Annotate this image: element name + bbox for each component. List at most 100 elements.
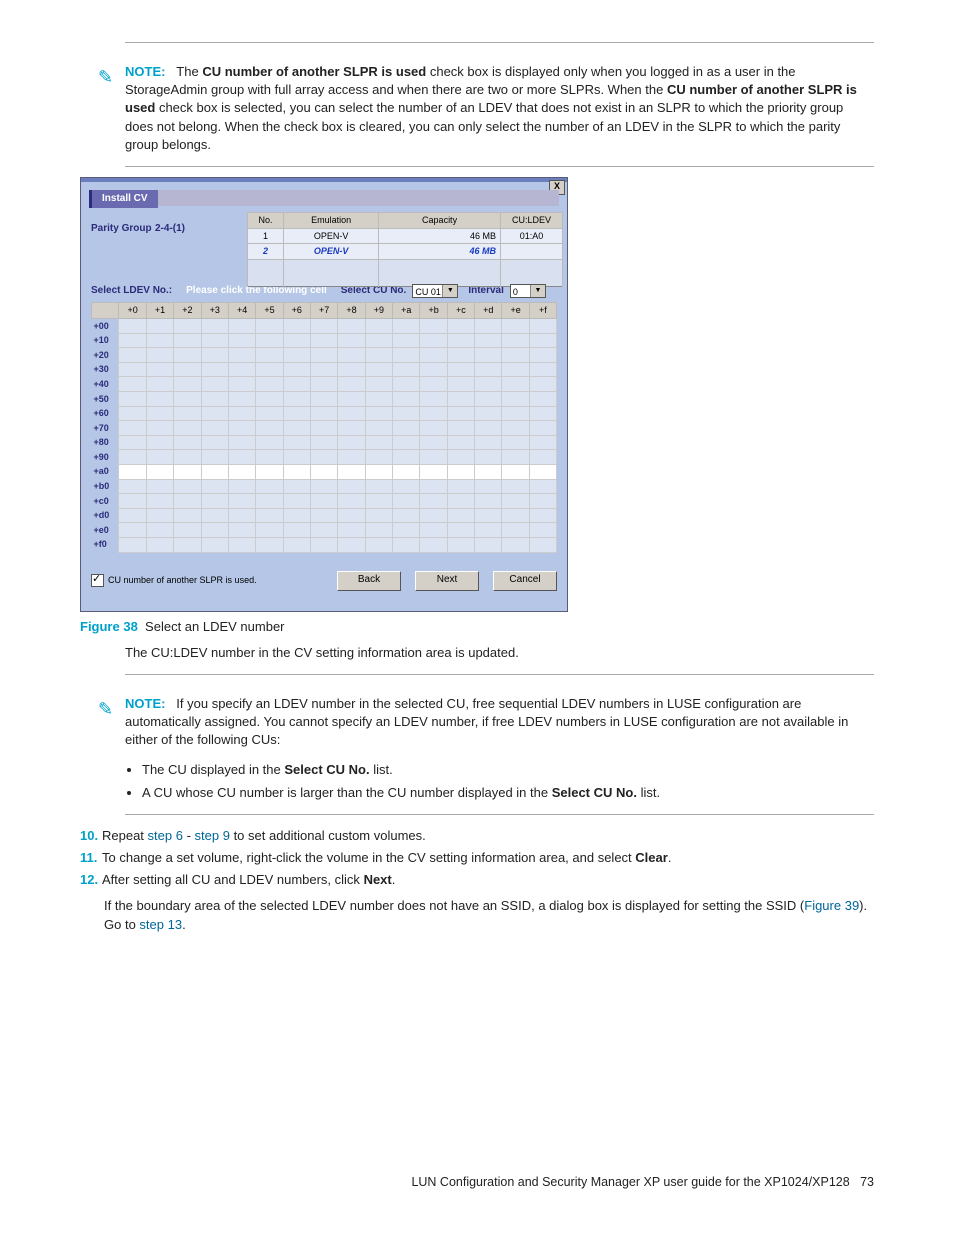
grid-cell[interactable] xyxy=(502,523,529,538)
grid-cell[interactable] xyxy=(365,494,392,509)
grid-cell[interactable] xyxy=(502,348,529,363)
grid-cell[interactable] xyxy=(338,464,365,479)
grid-cell[interactable] xyxy=(393,348,420,363)
grid-cell[interactable] xyxy=(228,318,255,333)
grid-cell[interactable] xyxy=(338,318,365,333)
grid-cell[interactable] xyxy=(338,479,365,494)
grid-cell[interactable] xyxy=(529,377,556,392)
grid-cell[interactable] xyxy=(119,333,146,348)
grid-cell[interactable] xyxy=(529,464,556,479)
grid-cell[interactable] xyxy=(338,333,365,348)
grid-cell[interactable] xyxy=(365,348,392,363)
grid-cell[interactable] xyxy=(201,421,228,436)
grid-cell[interactable] xyxy=(228,392,255,407)
grid-cell[interactable] xyxy=(256,318,283,333)
cancel-button[interactable]: Cancel xyxy=(493,571,557,591)
grid-cell[interactable] xyxy=(201,333,228,348)
grid-cell[interactable] xyxy=(420,464,447,479)
grid-cell[interactable] xyxy=(420,537,447,552)
grid-cell[interactable] xyxy=(420,392,447,407)
grid-cell[interactable] xyxy=(529,494,556,509)
grid-cell[interactable] xyxy=(283,362,310,377)
grid-cell[interactable] xyxy=(146,348,173,363)
grid-cell[interactable] xyxy=(256,362,283,377)
grid-cell[interactable] xyxy=(338,508,365,523)
grid-cell[interactable] xyxy=(420,421,447,436)
grid-cell[interactable] xyxy=(475,508,502,523)
grid-cell[interactable] xyxy=(475,537,502,552)
grid-cell[interactable] xyxy=(338,362,365,377)
grid-cell[interactable] xyxy=(365,537,392,552)
grid-cell[interactable] xyxy=(228,464,255,479)
grid-cell[interactable] xyxy=(119,318,146,333)
grid-cell[interactable] xyxy=(365,523,392,538)
grid-cell[interactable] xyxy=(174,318,201,333)
grid-cell[interactable] xyxy=(393,435,420,450)
link-step-6[interactable]: step 6 xyxy=(148,828,183,843)
grid-cell[interactable] xyxy=(529,479,556,494)
grid-cell[interactable] xyxy=(283,479,310,494)
grid-cell[interactable] xyxy=(146,406,173,421)
grid-cell[interactable] xyxy=(174,435,201,450)
grid-cell[interactable] xyxy=(447,537,474,552)
grid-cell[interactable] xyxy=(475,450,502,465)
grid-cell[interactable] xyxy=(228,362,255,377)
grid-cell[interactable] xyxy=(365,333,392,348)
grid-cell[interactable] xyxy=(283,537,310,552)
grid-cell[interactable] xyxy=(146,392,173,407)
grid-cell[interactable] xyxy=(146,479,173,494)
grid-cell[interactable] xyxy=(475,435,502,450)
grid-cell[interactable] xyxy=(201,362,228,377)
grid-cell[interactable] xyxy=(174,421,201,436)
grid-cell[interactable] xyxy=(393,494,420,509)
grid-cell[interactable] xyxy=(365,435,392,450)
grid-cell[interactable] xyxy=(228,377,255,392)
grid-cell[interactable] xyxy=(119,406,146,421)
grid-cell[interactable] xyxy=(310,508,337,523)
grid-cell[interactable] xyxy=(502,392,529,407)
grid-cell[interactable] xyxy=(365,392,392,407)
grid-cell[interactable] xyxy=(228,450,255,465)
grid-cell[interactable] xyxy=(365,406,392,421)
link-step-9[interactable]: step 9 xyxy=(195,828,230,843)
grid-cell[interactable] xyxy=(310,494,337,509)
grid-cell[interactable] xyxy=(256,348,283,363)
grid-cell[interactable] xyxy=(201,435,228,450)
grid-cell[interactable] xyxy=(201,537,228,552)
grid-cell[interactable] xyxy=(146,537,173,552)
grid-cell[interactable] xyxy=(420,333,447,348)
grid-cell[interactable] xyxy=(447,392,474,407)
grid-cell[interactable] xyxy=(365,479,392,494)
grid-cell[interactable] xyxy=(283,421,310,436)
grid-cell[interactable] xyxy=(310,362,337,377)
grid-cell[interactable] xyxy=(310,406,337,421)
grid-cell[interactable] xyxy=(228,537,255,552)
grid-cell[interactable] xyxy=(310,479,337,494)
grid-cell[interactable] xyxy=(475,377,502,392)
grid-cell[interactable] xyxy=(365,508,392,523)
grid-cell[interactable] xyxy=(310,392,337,407)
grid-cell[interactable] xyxy=(119,523,146,538)
grid-cell[interactable] xyxy=(502,494,529,509)
grid-cell[interactable] xyxy=(201,318,228,333)
grid-cell[interactable] xyxy=(502,377,529,392)
grid-cell[interactable] xyxy=(228,523,255,538)
grid-cell[interactable] xyxy=(201,508,228,523)
grid-cell[interactable] xyxy=(310,537,337,552)
grid-cell[interactable] xyxy=(256,479,283,494)
grid-cell[interactable] xyxy=(365,450,392,465)
grid-cell[interactable] xyxy=(228,421,255,436)
next-button[interactable]: Next xyxy=(415,571,479,591)
grid-cell[interactable] xyxy=(475,479,502,494)
grid-cell[interactable] xyxy=(174,479,201,494)
grid-cell[interactable] xyxy=(447,479,474,494)
grid-cell[interactable] xyxy=(201,479,228,494)
grid-cell[interactable] xyxy=(529,333,556,348)
grid-cell[interactable] xyxy=(146,494,173,509)
grid-cell[interactable] xyxy=(174,362,201,377)
grid-cell[interactable] xyxy=(447,406,474,421)
grid-cell[interactable] xyxy=(174,494,201,509)
grid-cell[interactable] xyxy=(502,435,529,450)
grid-cell[interactable] xyxy=(529,450,556,465)
grid-cell[interactable] xyxy=(338,435,365,450)
